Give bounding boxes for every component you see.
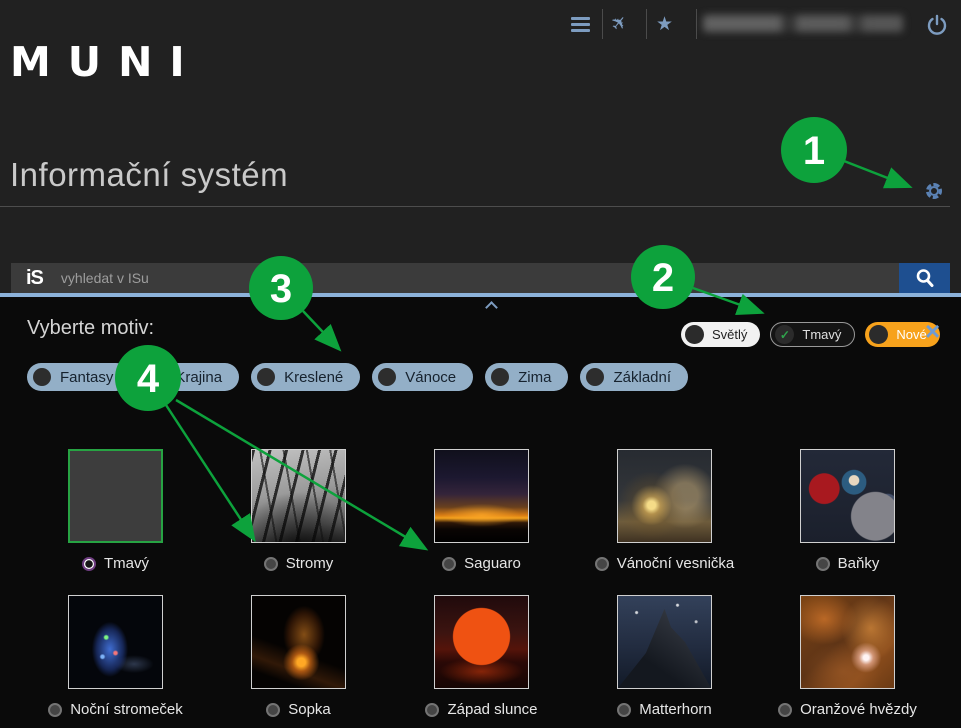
divider <box>0 206 950 207</box>
radio[interactable] <box>425 703 439 717</box>
theme-label: Západ slunce <box>447 701 537 718</box>
theme-thumbnail[interactable] <box>434 595 529 689</box>
panel-top-border <box>0 293 961 297</box>
filter-dot <box>33 368 51 386</box>
theme-thumbnail[interactable] <box>434 449 529 543</box>
toggle-label: Tmavý <box>802 327 841 342</box>
chevron-up-icon[interactable] <box>485 301 498 314</box>
user-name-blurred[interactable] <box>703 15 903 32</box>
search-input[interactable] <box>61 270 899 286</box>
toggle-tmavy[interactable]: ✓ Tmavý <box>770 322 855 347</box>
toggle-knob <box>869 325 888 344</box>
theme-option-stromy[interactable]: Stromy <box>207 449 390 572</box>
annotation-arrow-3 <box>303 311 338 348</box>
theme-thumbnail[interactable] <box>617 449 712 543</box>
theme-option-sopka[interactable]: Sopka <box>207 595 390 718</box>
star-icon[interactable]: ★ <box>656 13 673 36</box>
radio[interactable] <box>617 703 631 717</box>
theme-option-oranzove-hvezdy[interactable]: Oranžové hvězdy <box>756 595 939 718</box>
divider <box>602 9 603 39</box>
toggle-knob <box>685 325 704 344</box>
theme-option-banky[interactable]: Baňky <box>756 449 939 572</box>
page-title: Informační systém <box>10 156 288 194</box>
radio[interactable] <box>442 557 456 571</box>
power-icon[interactable] <box>926 14 948 41</box>
radio[interactable] <box>264 557 278 571</box>
toggle-label: Nové <box>896 327 926 342</box>
search-icon <box>914 267 936 289</box>
filter-zakladni[interactable]: Základní <box>580 363 688 391</box>
filter-label: Krajina <box>175 369 222 386</box>
theme-label: Vánoční vesnička <box>617 555 735 572</box>
radio[interactable] <box>48 703 62 717</box>
theme-thumbnail[interactable] <box>800 595 895 689</box>
filter-dot <box>586 368 604 386</box>
theme-option-zapad-slunce[interactable]: Západ slunce <box>390 595 573 718</box>
filter-kreslene[interactable]: Kreslené <box>251 363 360 391</box>
theme-thumbnail[interactable] <box>800 449 895 543</box>
theme-filters: Fantasy Krajina Kreslené Vánoce Zima Zák… <box>27 363 688 391</box>
filter-label: Základní <box>613 369 671 386</box>
is-logo: iS <box>26 267 43 290</box>
theme-option-tmavy[interactable]: Tmavý <box>24 449 207 572</box>
theme-label: Baňky <box>838 555 880 572</box>
filter-zima[interactable]: Zima <box>485 363 568 391</box>
theme-thumbnail[interactable] <box>617 595 712 689</box>
filter-vanoce[interactable]: Vánoce <box>372 363 473 391</box>
gear-icon[interactable] <box>926 183 942 199</box>
muni-logo[interactable]: MUNI <box>10 38 202 86</box>
divider <box>696 9 697 39</box>
check-icon: ✓ <box>780 328 790 342</box>
filter-label: Vánoce <box>405 369 456 386</box>
theme-label: Tmavý <box>104 555 149 572</box>
theme-label: Stromy <box>286 555 334 572</box>
radio[interactable] <box>266 703 280 717</box>
search-bar: iS <box>11 263 950 293</box>
panel-title: Vyberte motiv: <box>27 317 154 340</box>
radio[interactable] <box>595 557 609 571</box>
theme-thumbnail[interactable] <box>68 595 163 689</box>
toggle-knob: ✓ <box>775 325 794 344</box>
filter-label: Kreslené <box>284 369 343 386</box>
theme-grid: Tmavý Stromy Saguaro Vánoční vesnička Ba… <box>24 449 939 718</box>
theme-thumbnail[interactable] <box>68 449 163 543</box>
close-icon[interactable]: × <box>925 318 940 344</box>
theme-label: Matterhorn <box>639 701 712 718</box>
filter-dot <box>257 368 275 386</box>
radio[interactable] <box>816 557 830 571</box>
theme-option-matterhorn[interactable]: Matterhorn <box>573 595 756 718</box>
filter-krajina[interactable]: Krajina <box>142 363 239 391</box>
mode-toggles: Světlý ✓ Tmavý Nové <box>681 322 940 347</box>
search-button[interactable] <box>899 263 950 293</box>
theme-thumbnail[interactable] <box>251 449 346 543</box>
filter-dot <box>148 368 166 386</box>
filter-label: Fantasy <box>60 369 113 386</box>
theme-option-saguaro[interactable]: Saguaro <box>390 449 573 572</box>
toggle-label: Světlý <box>712 327 747 342</box>
filter-label: Zima <box>518 369 551 386</box>
radio[interactable] <box>778 703 792 717</box>
filter-dot <box>491 368 509 386</box>
is-muni-page: ✈ ★ MUNI Informační systém iS Vyberte mo… <box>0 0 961 728</box>
theme-option-vanocni-vesnicka[interactable]: Vánoční vesnička <box>573 449 756 572</box>
theme-thumbnail[interactable] <box>251 595 346 689</box>
theme-option-nocni-stromecek[interactable]: Noční stromeček <box>24 595 207 718</box>
menu-icon[interactable] <box>571 17 591 35</box>
filter-dot <box>378 368 396 386</box>
theme-label: Noční stromeček <box>70 701 183 718</box>
radio-selected[interactable] <box>82 557 96 571</box>
theme-label: Sopka <box>288 701 331 718</box>
filter-fantasy[interactable]: Fantasy <box>27 363 130 391</box>
divider <box>646 9 647 39</box>
theme-label: Oranžové hvězdy <box>800 701 917 718</box>
theme-label: Saguaro <box>464 555 521 572</box>
toggle-svetly[interactable]: Světlý <box>681 322 760 347</box>
